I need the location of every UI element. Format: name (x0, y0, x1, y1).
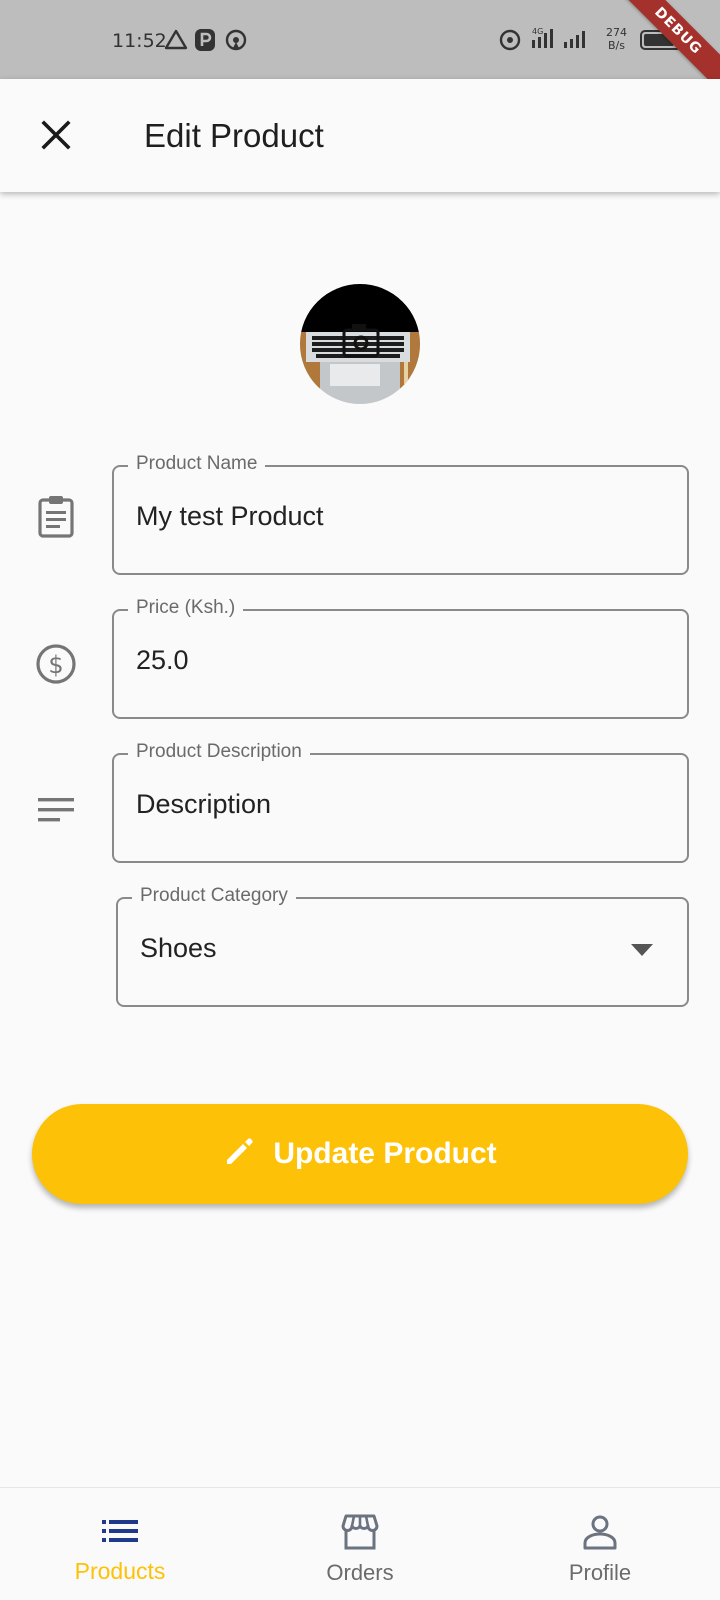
nav-item-products[interactable]: Products (0, 1488, 240, 1600)
person-icon (580, 1512, 620, 1557)
description-value: Description (136, 789, 272, 819)
parking-icon (194, 28, 216, 56)
nav-label-profile: Profile (568, 1560, 632, 1585)
product-name-value: My test Product (136, 501, 324, 531)
pencil-icon (223, 1136, 255, 1173)
category-value: Shoes (140, 933, 217, 963)
description-field[interactable]: Product Description Description (112, 741, 689, 863)
nav-label-products: Products (74, 1558, 166, 1584)
product-image-picker[interactable] (300, 284, 420, 404)
svg-text:$: $ (48, 651, 63, 679)
net-speed: 274 B/s (606, 26, 627, 52)
page-title: Edit Product (144, 117, 324, 154)
bottom-nav: Products Orders Profile (0, 1487, 720, 1600)
nav-label-orders: Orders (326, 1560, 394, 1585)
list-icon (100, 1512, 140, 1557)
hotspot-icon (224, 28, 248, 56)
dropdown-caret-icon (631, 943, 653, 961)
signal-4g-icon: 4G (530, 26, 556, 54)
description-label: Product Description (128, 741, 310, 763)
update-product-button[interactable]: Update Product (32, 1104, 688, 1204)
status-time: 11:52 (112, 30, 167, 52)
close-icon[interactable] (36, 115, 76, 155)
app-bar: Edit Product (0, 79, 720, 192)
nav-item-profile[interactable]: Profile (480, 1488, 720, 1600)
nav-item-orders[interactable]: Orders (240, 1488, 480, 1600)
price-value: 25.0 (136, 645, 189, 675)
status-bar: 11:52 4G 274 B/s DEBUG (0, 0, 720, 97)
product-name-label: Product Name (128, 453, 266, 475)
price-label: Price (Ksh.) (128, 597, 244, 619)
svg-text:4G: 4G (532, 27, 543, 36)
store-icon (340, 1512, 380, 1557)
signal-icon (562, 28, 588, 54)
category-dropdown[interactable]: Product Category Shoes (116, 885, 689, 1007)
category-label: Product Category (132, 885, 296, 907)
dollar-icon: $ (34, 642, 78, 686)
notes-icon (34, 790, 78, 834)
clipboard-icon (34, 494, 78, 538)
price-field[interactable]: Price (Ksh.) 25.0 (112, 597, 689, 719)
update-product-label: Update Product (273, 1137, 497, 1170)
product-name-field[interactable]: Product Name My test Product (112, 453, 689, 575)
hotspot-icon (498, 28, 522, 56)
warning-triangle-icon (164, 28, 188, 54)
